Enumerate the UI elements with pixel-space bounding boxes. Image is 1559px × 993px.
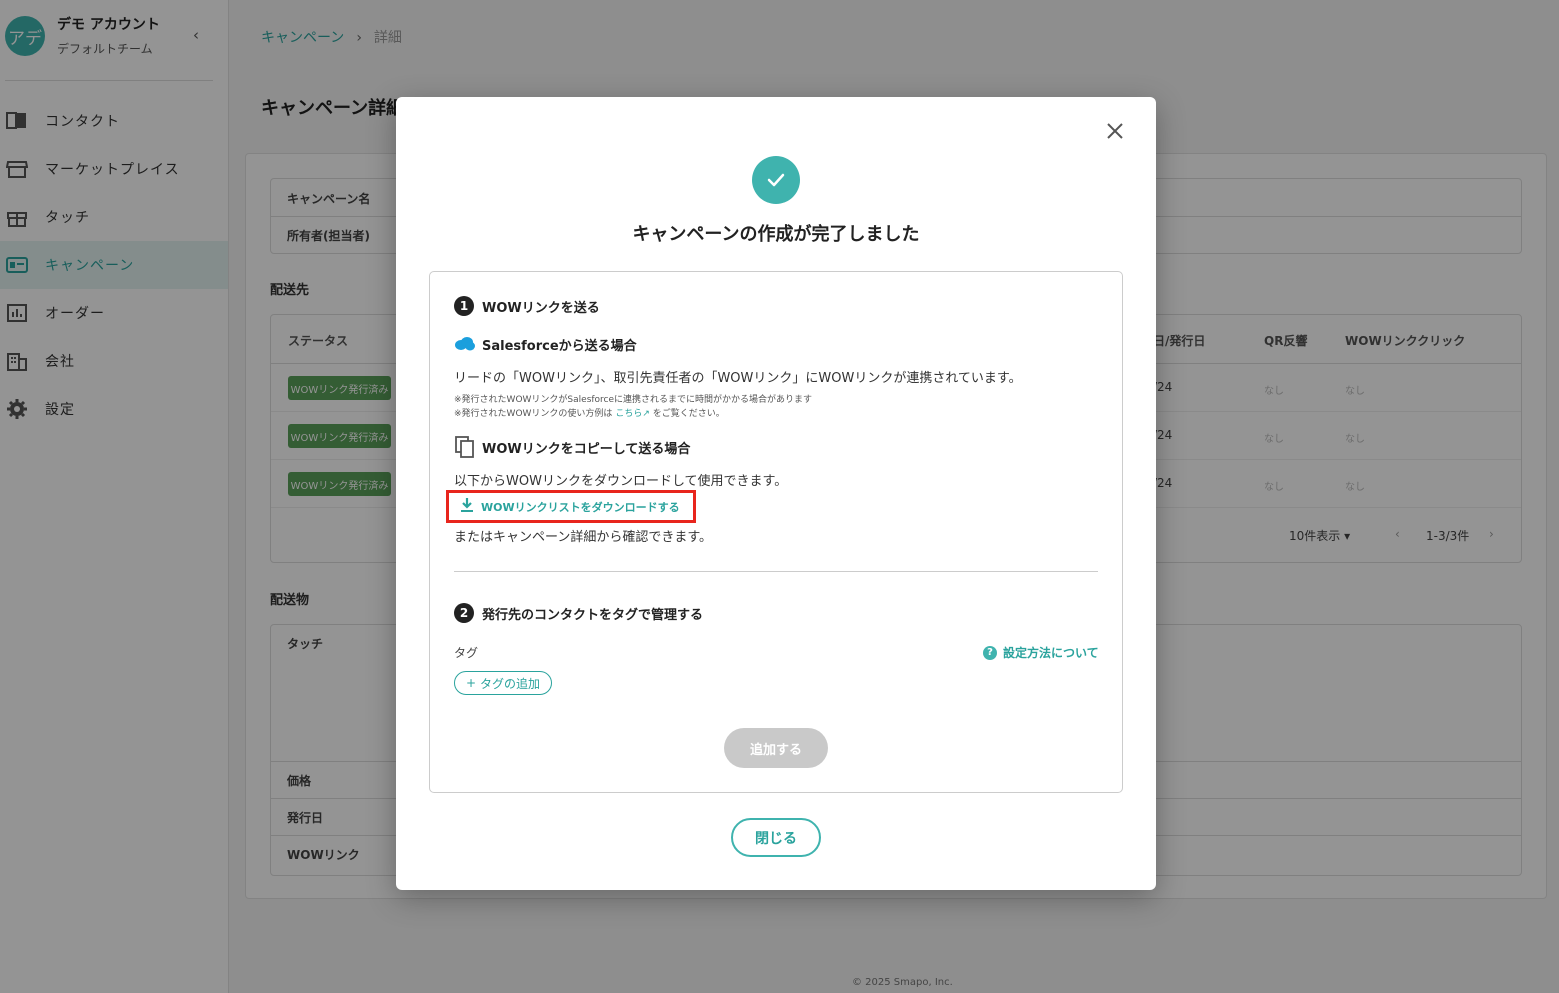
dialog-content-box: 1 WOWリンクを送る Salesforceから送る場合 リードの「WOWリンク… xyxy=(429,271,1123,793)
section-divider xyxy=(454,571,1098,572)
close-button[interactable]: 閉じる xyxy=(731,818,821,857)
help-icon: ? xyxy=(983,645,997,660)
download-icon xyxy=(459,497,475,517)
completion-dialog: キャンペーンの作成が完了しました 1 WOWリンクを送る Salesforceか… xyxy=(396,97,1156,890)
step-title: WOWリンクを送る xyxy=(482,300,600,316)
salesforce-cloud-icon xyxy=(454,333,476,355)
salesforce-heading: Salesforceから送る場合 xyxy=(454,333,637,355)
setup-help-link[interactable]: ? 設定方法について xyxy=(983,644,1099,661)
step-number: 2 xyxy=(454,603,474,623)
tag-label: タグ xyxy=(454,646,479,660)
usage-example-link[interactable]: こちら xyxy=(615,409,642,419)
note-prefix: ※発行されたWOWリンクの使い方例は xyxy=(454,409,613,419)
add-button[interactable]: 追加する xyxy=(724,728,828,768)
external-link-icon: ↗ xyxy=(642,409,650,419)
step-title: 発行先のコンタクトをタグで管理する xyxy=(482,607,704,623)
salesforce-note-1: ※発行されたWOWリンクがSalesforceに連携されるまでに時間がかかる場合… xyxy=(454,395,813,405)
help-label: 設定方法について xyxy=(1003,646,1099,660)
note-suffix: をご覧ください。 xyxy=(652,409,725,419)
salesforce-description: リードの「WOWリンク」、取引先責任者の「WOWリンク」にWOWリンクが連携され… xyxy=(454,371,1022,386)
copy-icon xyxy=(454,436,476,458)
step-2-heading: 2 発行先のコンタクトをタグで管理する xyxy=(454,603,703,623)
check-circle-icon xyxy=(752,156,800,204)
salesforce-note-2: ※発行されたWOWリンクの使い方例は こちら↗ をご覧ください。 xyxy=(454,406,725,419)
plus-icon: + xyxy=(465,676,477,690)
copy-description: 以下からWOWリンクをダウンロードして使用できます。 xyxy=(454,474,788,489)
add-tag-button[interactable]: + タグの追加 xyxy=(454,671,552,695)
copy-heading: WOWリンクをコピーして送る場合 xyxy=(454,436,690,458)
download-label: WOWリンクリストをダウンロードする xyxy=(481,500,680,514)
alternative-text: またはキャンペーン詳細から確認できます。 xyxy=(454,530,713,545)
salesforce-title: Salesforceから送る場合 xyxy=(482,338,637,354)
download-wow-link-list-button[interactable]: WOWリンクリストをダウンロードする xyxy=(446,490,696,523)
copy-title: WOWリンクをコピーして送る場合 xyxy=(482,441,691,457)
step-number: 1 xyxy=(454,296,474,316)
dialog-title: キャンペーンの作成が完了しました xyxy=(632,224,920,245)
add-tag-label: タグの追加 xyxy=(480,676,541,691)
close-icon[interactable] xyxy=(1103,119,1127,143)
step-1-heading: 1 WOWリンクを送る xyxy=(454,296,600,316)
